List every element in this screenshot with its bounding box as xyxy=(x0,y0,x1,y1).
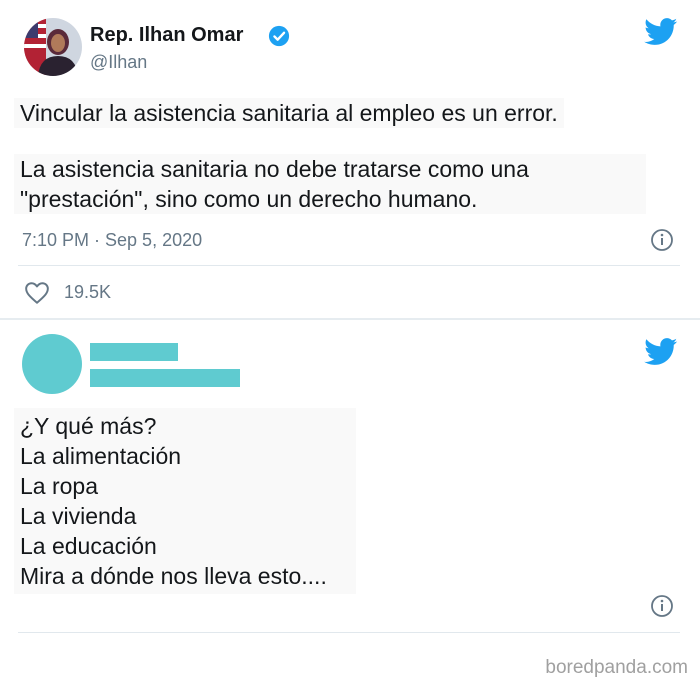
tweet-text-line: Mira a dónde nos lleva esto.... xyxy=(20,563,327,589)
heart-icon[interactable] xyxy=(24,281,50,305)
like-count[interactable]: 19.5K xyxy=(64,282,111,303)
tweet-text-line: La ropa xyxy=(20,473,99,499)
twitter-bird-icon[interactable] xyxy=(644,338,678,366)
redacted-handle xyxy=(90,369,240,387)
tweet-text-line: La educación xyxy=(20,533,157,559)
timestamp[interactable]: 7:10 PM · Sep 5, 2020 xyxy=(22,230,202,251)
user-handle[interactable]: @Ilhan xyxy=(90,52,147,73)
tweet-text-line: La alimentación xyxy=(20,443,182,469)
redacted-avatar xyxy=(22,334,82,394)
tweet-card-reply[interactable]: ¿Y qué más? La alimentación La ropa La v… xyxy=(0,320,700,640)
twitter-bird-icon[interactable] xyxy=(644,18,678,46)
info-icon[interactable] xyxy=(650,594,674,618)
info-icon[interactable] xyxy=(650,228,674,252)
redacted-display-name xyxy=(90,343,178,361)
avatar[interactable] xyxy=(24,18,82,76)
tweet-text-paragraph: La asistencia sanitaria no debe tratarse… xyxy=(14,154,646,214)
watermark: boredpanda.com xyxy=(545,657,688,678)
display-name[interactable]: Rep. Ilhan Omar xyxy=(90,24,243,47)
tweet-text-line: ¿Y qué más? xyxy=(20,413,157,439)
divider xyxy=(18,632,680,633)
tweet-text: ¿Y qué más? La alimentación La ropa La v… xyxy=(14,408,356,594)
tweet-card-original[interactable]: Rep. Ilhan Omar @Ilhan Vincular la asist… xyxy=(0,0,700,318)
divider xyxy=(18,265,680,266)
tweet-text-line: Vincular la asistencia sanitaria al empl… xyxy=(14,98,564,128)
tweet-text-line: La vivienda xyxy=(20,503,137,529)
verified-badge-icon xyxy=(268,25,290,47)
